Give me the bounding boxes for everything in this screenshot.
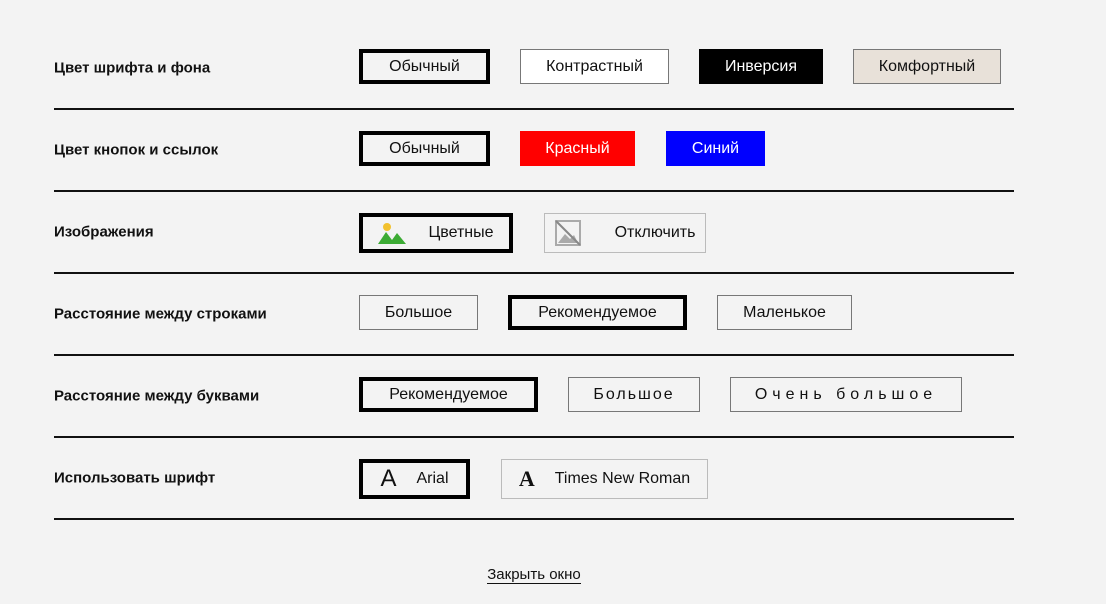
color-scheme-contrast-button[interactable]: Контрастный: [520, 49, 669, 84]
button-label: Обычный: [389, 57, 460, 75]
label-button-link-color: Цвет кнопок и ссылок: [54, 141, 219, 159]
button-label: Arial: [416, 470, 449, 487]
divider: [54, 436, 1014, 438]
button-label: Times New Roman: [554, 470, 691, 487]
button-label: Рекомендуемое: [389, 385, 508, 403]
divider: [54, 518, 1014, 520]
label-font: Использовать шрифт: [54, 469, 216, 487]
color-scheme-normal-button[interactable]: Обычный: [359, 49, 490, 84]
button-label: Красный: [545, 139, 610, 157]
link-color-normal-button[interactable]: Обычный: [359, 131, 490, 166]
button-label: Обычный: [389, 139, 460, 157]
button-label: Очень большое: [754, 385, 938, 403]
image-off-icon: [554, 220, 581, 246]
color-scheme-inverse-button[interactable]: Инверсия: [699, 49, 823, 84]
button-label: Цветные: [428, 224, 494, 241]
label-letter-spacing: Расстояние между буквами: [54, 387, 260, 405]
images-off-button[interactable]: Отключить: [544, 213, 706, 253]
line-spacing-recommended-button[interactable]: Рекомендуемое: [508, 295, 687, 330]
divider: [54, 272, 1014, 274]
divider: [54, 354, 1014, 356]
label-line-spacing: Расстояние между строками: [54, 305, 267, 323]
button-label: Рекомендуемое: [538, 303, 657, 321]
images-color-button[interactable]: Цветные: [359, 213, 513, 253]
button-label: Синий: [691, 139, 740, 157]
label-font-bg-color: Цвет шрифта и фона: [54, 59, 211, 77]
button-label: Инверсия: [724, 57, 798, 75]
button-label: Контрастный: [546, 57, 643, 75]
close-window-link[interactable]: Закрыть окно: [487, 566, 581, 584]
button-label: Отключить: [614, 224, 696, 241]
divider: [54, 190, 1014, 192]
color-scheme-comfort-button[interactable]: Комфортный: [853, 49, 1001, 84]
font-serif-icon: A: [518, 466, 535, 491]
button-label: Маленькое: [743, 303, 826, 321]
button-label: Комфортный: [878, 57, 976, 75]
font-arial-button[interactable]: A Arial: [359, 459, 470, 499]
letter-spacing-very-large-button[interactable]: Очень большое: [730, 377, 962, 412]
close-window-container: Закрыть окно: [0, 566, 1068, 584]
button-label: Большое: [384, 303, 453, 321]
image-color-icon: [378, 222, 407, 244]
link-color-red-button[interactable]: Красный: [520, 131, 635, 166]
label-images: Изображения: [54, 223, 154, 241]
font-times-button[interactable]: A Times New Roman: [501, 459, 708, 499]
button-label: Большое: [593, 385, 675, 403]
letter-spacing-large-button[interactable]: Большое: [568, 377, 700, 412]
link-color-blue-button[interactable]: Синий: [666, 131, 765, 166]
divider: [54, 108, 1014, 110]
letter-spacing-recommended-button[interactable]: Рекомендуемое: [359, 377, 538, 412]
line-spacing-large-button[interactable]: Большое: [359, 295, 478, 330]
line-spacing-small-button[interactable]: Маленькое: [717, 295, 852, 330]
font-sans-icon: A: [380, 465, 397, 492]
